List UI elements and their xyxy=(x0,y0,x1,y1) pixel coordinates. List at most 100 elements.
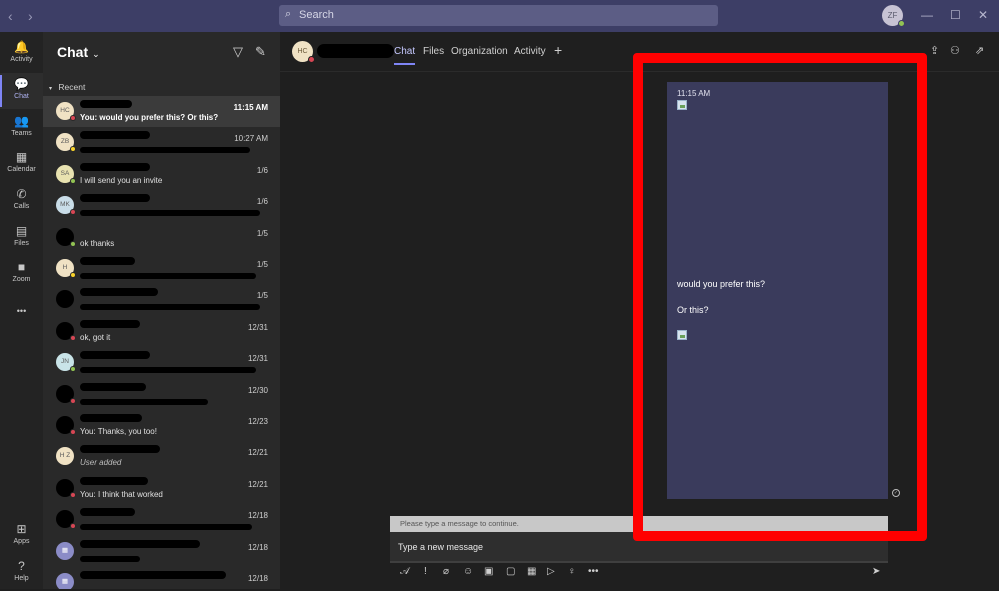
calendar-icon: ▦ xyxy=(15,150,28,164)
emoji-icon[interactable]: ☺ xyxy=(463,566,473,577)
chat-preview: User added xyxy=(80,458,122,468)
chat-time: 1/5 xyxy=(256,228,268,238)
chevron-down-icon: ⌄ xyxy=(92,49,100,59)
chat-name-redacted xyxy=(80,100,132,108)
chat-avatar: ZB xyxy=(56,133,76,153)
chat-row[interactable]: You: I think that worked 12/21 xyxy=(43,473,280,504)
rail-item-files[interactable]: ▤ Files xyxy=(0,220,43,256)
chat-row[interactable]: 12/18 xyxy=(43,504,280,535)
chat-row[interactable]: 12/30 xyxy=(43,379,280,410)
chat-row[interactable]: ▦ 12/18 xyxy=(43,567,280,589)
close-icon[interactable]: ✕ xyxy=(978,8,988,22)
chat-time: 12/30 xyxy=(247,385,268,395)
tab-activity[interactable]: Activity xyxy=(514,46,546,57)
rail-item-apps[interactable]: ⊞ Apps xyxy=(0,518,43,554)
gif-icon[interactable]: ▣ xyxy=(484,566,493,577)
add-tab-icon[interactable]: + xyxy=(554,42,562,58)
rail-label: Calendar xyxy=(7,166,36,173)
forward-arrow-icon[interactable]: › xyxy=(28,8,33,24)
chat-list-pane: Chat ⌄ ▽ ✎ ▾ Recent HC You: would you pref… xyxy=(43,32,280,589)
new-chat-icon[interactable]: ✎ xyxy=(255,44,266,60)
chat-row[interactable]: 1/5 xyxy=(43,284,280,315)
chat-row[interactable]: H 1/5 xyxy=(43,253,280,284)
title-bar: ‹ › ⌕ Search ZF — ☐ ✕ xyxy=(0,0,999,32)
minimize-icon[interactable]: — xyxy=(921,8,933,22)
chat-list-title[interactable]: Chat ⌄ xyxy=(57,44,100,60)
chat-name-redacted xyxy=(80,351,150,360)
avatar-initials: SA xyxy=(60,169,70,177)
chat-avatar: H xyxy=(56,259,76,278)
bell-icon: 🔔 xyxy=(14,40,29,54)
message-input[interactable] xyxy=(398,539,698,555)
chat-preview: I will send you an invite xyxy=(80,175,163,185)
chat-row[interactable]: HC You: would you prefer this? Or this? 11… xyxy=(43,96,280,127)
attach-icon[interactable]: ⌀ xyxy=(443,566,449,577)
rail-item-help[interactable]: ? Help xyxy=(0,555,43,591)
chat-name-redacted xyxy=(80,382,146,391)
chat-name-redacted xyxy=(80,131,150,140)
chat-time: 12/31 xyxy=(247,322,268,332)
chat-avatar: H Z xyxy=(56,447,74,466)
rail-item-chat[interactable]: 💬 Chat xyxy=(0,73,43,109)
chat-preview-redacted xyxy=(80,273,256,279)
tab-files[interactable]: Files xyxy=(423,46,444,57)
rail-label: Help xyxy=(14,575,29,582)
meet-icon[interactable]: ▦ xyxy=(527,566,536,577)
chat-avatar xyxy=(56,510,76,530)
rail-item-zoom[interactable]: ■ Zoom xyxy=(0,256,43,292)
chat-row[interactable]: ▦ 12/18 xyxy=(43,536,280,567)
chat-row[interactable]: MK 1/6 xyxy=(43,190,280,221)
chat-row[interactable]: ok thanks 1/5 xyxy=(43,222,280,253)
contact-avatar[interactable]: HC xyxy=(292,41,315,63)
add-people-icon[interactable]: ⚇ xyxy=(950,44,960,57)
presence-status-icon xyxy=(70,523,76,530)
chat-row[interactable]: ZB 10:27 AM xyxy=(43,127,280,158)
presence-busy-icon xyxy=(308,56,315,63)
chat-preview-redacted xyxy=(80,210,260,217)
chat-preview-redacted xyxy=(80,524,252,531)
file-icon: ▤ xyxy=(15,224,28,238)
apps-icon: ⊞ xyxy=(16,522,27,536)
filter-icon[interactable]: ▽ xyxy=(233,44,243,60)
chat-avatar: JN xyxy=(56,353,76,373)
back-arrow-icon[interactable]: ‹ xyxy=(8,8,13,24)
praise-icon[interactable]: ♀ xyxy=(568,566,576,577)
share-screen-icon[interactable]: ⇪ xyxy=(930,44,939,57)
priority-icon[interactable]: ! xyxy=(424,566,427,577)
send-icon[interactable]: ➤ xyxy=(872,566,880,577)
chat-row[interactable]: JN 12/31 xyxy=(43,347,280,378)
tab-organization[interactable]: Organization xyxy=(451,46,508,57)
presence-status-icon xyxy=(70,146,76,153)
recent-section-header[interactable]: ▾ Recent xyxy=(49,82,85,92)
more-icon[interactable]: ••• xyxy=(588,566,599,577)
chat-preview-redacted xyxy=(80,398,208,405)
rail-item-calendar[interactable]: ▦ Calendar xyxy=(0,146,43,182)
rail-item-teams[interactable]: 👥 Teams xyxy=(0,110,43,146)
chat-row[interactable]: SA I will send you an invite 1/6 xyxy=(43,159,280,190)
sticker-icon[interactable]: ▢ xyxy=(506,566,515,577)
chat-name-redacted xyxy=(80,539,200,548)
search-bar[interactable]: ⌕ Search xyxy=(279,5,718,26)
rail-item-calls[interactable]: ✆ Calls xyxy=(0,183,43,219)
compose-notice-text: Please type a message to continue. xyxy=(400,519,519,528)
chat-preview-redacted xyxy=(80,555,140,562)
avatar-initials: JN xyxy=(61,358,69,366)
chat-row[interactable]: You: Thanks, you too! 12/23 xyxy=(43,410,280,441)
tab-chat[interactable]: Chat xyxy=(394,46,416,65)
popout-icon[interactable]: ⇗ xyxy=(975,44,984,57)
chat-row[interactable]: H Z User added 12/21 xyxy=(43,441,280,472)
stream-icon[interactable]: ▷ xyxy=(547,566,555,577)
rail-item-activity[interactable]: 🔔 Activity xyxy=(0,36,43,72)
chat-row[interactable]: ok, got it 12/31 xyxy=(43,316,280,347)
help-icon: ? xyxy=(18,559,25,573)
chat-name-redacted xyxy=(80,445,160,454)
chat-time: 12/23 xyxy=(247,417,268,426)
chat-name-redacted xyxy=(80,414,142,422)
avatar-initials: ▦ xyxy=(61,578,69,585)
rail-item-more[interactable]: ••• xyxy=(0,292,43,328)
maximize-icon[interactable]: ☐ xyxy=(950,8,961,22)
chat-time: 12/18 xyxy=(247,542,268,552)
chat-time: 1/5 xyxy=(256,260,268,269)
format-icon[interactable]: 𝒜 xyxy=(400,566,409,577)
user-avatar[interactable]: ZF xyxy=(882,5,905,27)
